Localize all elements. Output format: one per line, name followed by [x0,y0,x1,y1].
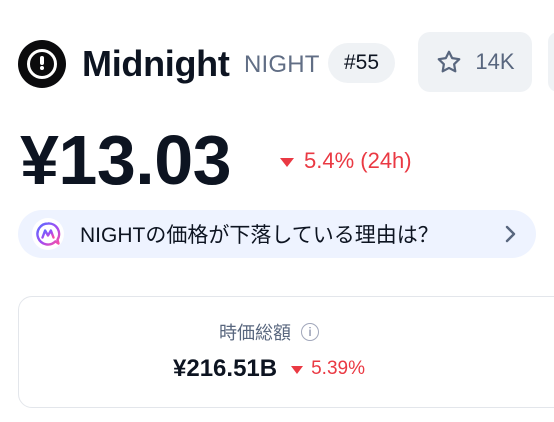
market-cap-change: 5.39% [291,358,365,380]
chevron-right-icon [505,225,516,243]
rank-badge: #55 [328,43,396,83]
info-icon[interactable]: i [301,323,319,341]
market-cap-label-row: 時価総額 i [19,319,519,345]
market-cap-card: 時価総額 i ¥216.51B 5.39% [18,296,554,408]
market-cap-change-text: 5.39% [311,358,365,379]
coin-symbol: NIGHT [244,51,320,78]
share-button[interactable] [548,32,554,92]
coin-logo [18,40,66,88]
market-cap-label: 時価総額 [219,323,291,343]
caret-down-icon [280,157,294,167]
price-value: ¥13.03 [20,121,232,199]
watchlist-button[interactable]: 14K [418,32,532,92]
watchlist-count: 14K [475,49,515,74]
price-change: 5.4% (24h) [280,146,412,176]
star-icon [438,50,461,73]
coin-name: Midnight [82,43,230,84]
caret-down-icon [291,365,304,374]
price-change-text: 5.4% (24h) [304,148,412,173]
market-cap-value-row: ¥216.51B 5.39% [19,355,519,383]
ai-question-text: NIGHTの価格が下落している理由は？ [80,224,439,247]
market-cap-value: ¥216.51B [173,355,278,382]
ai-assistant-icon [32,218,64,250]
ai-question-banner[interactable]: NIGHTの価格が下落している理由は？ [18,210,536,258]
midnight-logo-icon [27,49,57,79]
